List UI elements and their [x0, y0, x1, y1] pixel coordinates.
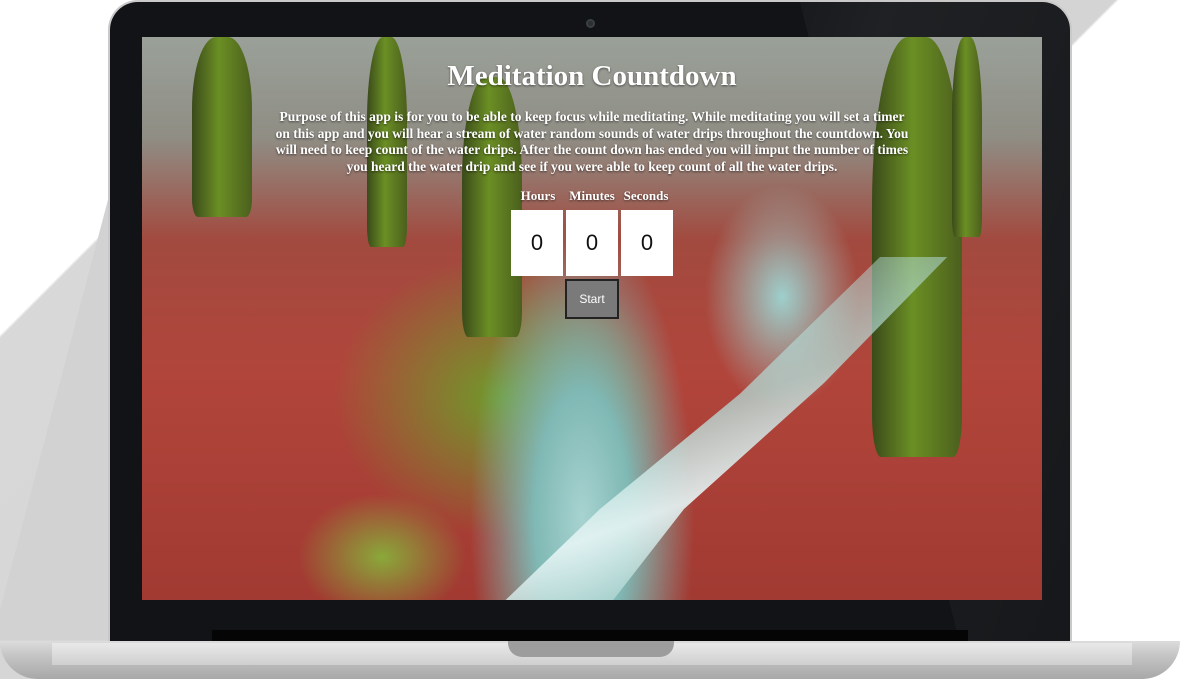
minutes-input[interactable]: 0	[566, 210, 618, 276]
page-title: Meditation Countdown	[447, 60, 737, 92]
hinge-notch	[508, 641, 674, 657]
webcam-icon	[586, 19, 595, 28]
hours-input[interactable]: 0	[511, 210, 563, 276]
app-content: Meditation Countdown Purpose of this app…	[142, 37, 1042, 600]
minutes-label: Minutes	[569, 188, 615, 203]
hours-label: Hours	[520, 188, 556, 203]
timer-inputs: 0 0 0	[142, 210, 1042, 276]
app-screen: Meditation Countdown Purpose of this app…	[142, 37, 1042, 600]
purpose-description: Purpose of this app is for you to be abl…	[275, 109, 909, 174]
seconds-input[interactable]: 0	[621, 210, 673, 276]
timer-labels: Hours Minutes Seconds	[142, 188, 1042, 204]
mockup-stage: Meditation Countdown Purpose of this app…	[0, 0, 1180, 679]
start-button[interactable]: Start	[565, 279, 619, 319]
seconds-label: Seconds	[623, 188, 669, 203]
